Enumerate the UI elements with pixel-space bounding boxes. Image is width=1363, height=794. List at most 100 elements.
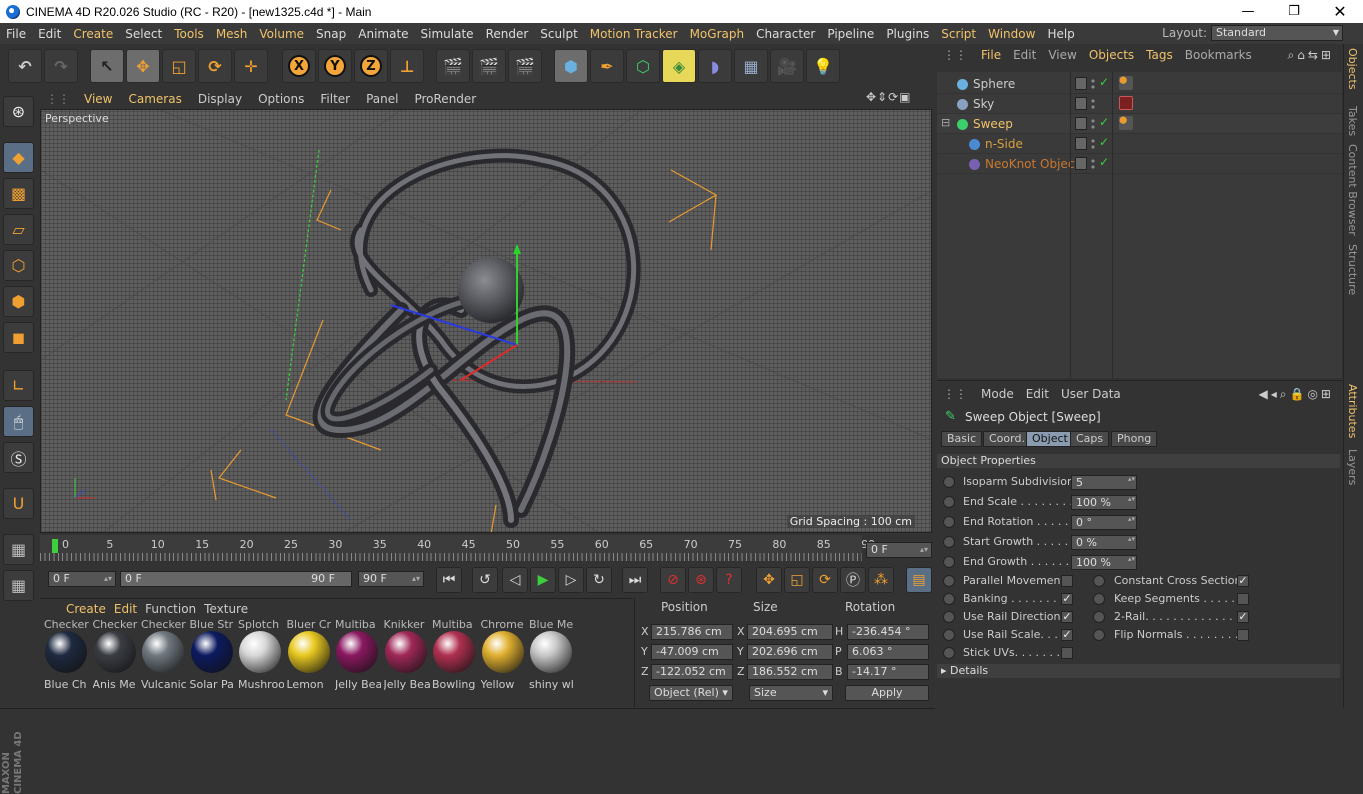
attribute-menu-edit[interactable]: Edit xyxy=(1020,387,1055,401)
attribute-tab-caps[interactable]: Caps xyxy=(1070,431,1110,447)
property-checkbox[interactable]: ✓ xyxy=(1237,611,1249,623)
menu-mograph[interactable]: MoGraph xyxy=(684,27,751,41)
editor-render-dots-icon[interactable] xyxy=(1091,158,1095,170)
position-field[interactable]: 215.786 cm xyxy=(651,624,733,640)
enabled-check-icon[interactable]: ✓ xyxy=(1099,115,1109,129)
menu-select[interactable]: Select xyxy=(119,27,168,41)
size-field[interactable]: 204.695 cm xyxy=(747,624,833,640)
rotate-tool-icon[interactable]: ⟳ xyxy=(198,49,232,83)
attribute-menu-user-data[interactable]: User Data xyxy=(1055,387,1127,401)
texture-tag-icon[interactable] xyxy=(1119,116,1133,130)
material-swatch[interactable]: Bluer Cr Lemon xyxy=(285,618,333,691)
object-menu-file[interactable]: File xyxy=(975,48,1007,62)
property-value-field[interactable]: 100 % xyxy=(1071,495,1137,510)
go-to-start-icon[interactable]: ⏮ xyxy=(436,567,462,593)
object-name[interactable]: Sphere xyxy=(973,77,1015,91)
sky-texture-tag-icon[interactable] xyxy=(1119,96,1133,110)
animate-radio-icon[interactable] xyxy=(943,647,955,659)
side-tab-content-browser[interactable]: Content Browser xyxy=(1346,144,1359,236)
render-picture-viewer-icon[interactable]: 🎬 xyxy=(472,49,506,83)
z-axis-lock-icon[interactable]: Z xyxy=(354,49,388,83)
start-frame-field[interactable]: 0 F ▴▾ xyxy=(48,571,116,587)
property-checkbox[interactable] xyxy=(1237,593,1249,605)
property-value-field[interactable]: 5 xyxy=(1071,475,1137,490)
animate-radio-icon[interactable] xyxy=(1093,629,1105,641)
play-forward-icon[interactable]: ▶ xyxy=(530,567,556,593)
rotation-field[interactable]: -14.17 ° xyxy=(847,664,929,680)
coordinate-system-icon[interactable]: ⊥ xyxy=(390,49,424,83)
menu-mesh[interactable]: Mesh xyxy=(210,27,254,41)
property-checkbox[interactable]: ✓ xyxy=(1237,575,1249,587)
property-checkbox[interactable] xyxy=(1061,575,1073,587)
next-frame-icon[interactable]: ▷ xyxy=(558,567,584,593)
viewport-menu-filter[interactable]: Filter xyxy=(312,92,358,106)
object-row-n-side[interactable]: n-Side ✓ xyxy=(937,134,1342,154)
object-row-sphere[interactable]: Sphere ✓ xyxy=(937,74,1342,94)
previous-frame-icon[interactable]: ◁ xyxy=(502,567,528,593)
animate-radio-icon[interactable] xyxy=(943,629,955,641)
object-menu-tags[interactable]: Tags xyxy=(1140,48,1179,62)
magnet-icon[interactable]: U xyxy=(3,488,34,519)
material-swatch[interactable]: Multiba Jelly Bea xyxy=(333,618,381,691)
solo-icon[interactable]: ▦ xyxy=(3,570,34,601)
object-row-sky[interactable]: Sky xyxy=(937,94,1342,114)
editor-render-dots-icon[interactable] xyxy=(1091,138,1095,150)
make-editable-icon[interactable]: ⊛ xyxy=(3,96,34,127)
move-tool-icon[interactable]: ✥ xyxy=(126,49,160,83)
recent-tool-icon[interactable]: ✛ xyxy=(234,49,268,83)
previous-key-icon[interactable]: ↺ xyxy=(472,567,498,593)
object-row-neoknot-object[interactable]: NeoKnot Object ✓ xyxy=(937,154,1342,174)
menu-file[interactable]: File xyxy=(0,27,32,41)
key-point-level-icon[interactable]: ⁂ xyxy=(868,567,894,593)
layer-visibility-icon[interactable] xyxy=(1075,137,1087,150)
menu-script[interactable]: Script xyxy=(935,27,982,41)
edges-mode-icon[interactable]: ⬢ xyxy=(3,286,34,317)
material-swatch[interactable]: Blue Me shiny wl xyxy=(527,618,575,691)
workplane-mode-icon[interactable]: ▱ xyxy=(3,214,34,245)
material-menu-edit[interactable]: Edit xyxy=(114,602,145,616)
menu-animate[interactable]: Animate xyxy=(352,27,414,41)
enabled-check-icon[interactable]: ✓ xyxy=(1099,75,1109,89)
material-swatch[interactable]: Checker Vulcanic xyxy=(139,618,187,691)
viewport-menu-prorender[interactable]: ProRender xyxy=(406,92,484,106)
animate-radio-icon[interactable] xyxy=(1093,611,1105,623)
workplane-lock-icon[interactable]: ▦ xyxy=(3,534,34,565)
animate-radio-icon[interactable] xyxy=(943,496,955,508)
property-checkbox[interactable]: ✓ xyxy=(1061,611,1073,623)
axis-mode-icon[interactable]: ∟ xyxy=(3,370,34,401)
timeline-playhead[interactable] xyxy=(52,539,58,553)
floor-environment-icon[interactable]: ▦ xyxy=(734,49,768,83)
side-tab-layers[interactable]: Layers xyxy=(1346,449,1359,485)
scale-tool-icon[interactable]: ◱ xyxy=(162,49,196,83)
object-menu-bookmarks[interactable]: Bookmarks xyxy=(1179,48,1258,62)
model-mode-icon[interactable]: ◆ xyxy=(3,142,34,173)
property-checkbox[interactable] xyxy=(1061,647,1073,659)
size-mode-dropdown[interactable]: Size ▾ xyxy=(749,685,833,701)
array-generator-icon[interactable]: ◈ xyxy=(662,49,696,83)
attribute-tab-object[interactable]: Object xyxy=(1026,431,1074,447)
material-swatch[interactable]: Multiba Bowling xyxy=(430,618,478,691)
redo-icon[interactable]: ↷ xyxy=(44,49,78,83)
animate-radio-icon[interactable] xyxy=(1093,575,1105,587)
current-frame-field[interactable]: 0 F ▴▾ xyxy=(866,542,932,558)
polygons-mode-icon[interactable]: ◼ xyxy=(3,322,34,353)
layer-visibility-icon[interactable] xyxy=(1075,97,1087,110)
animate-radio-icon[interactable] xyxy=(1093,593,1105,605)
side-tab-objects[interactable]: Objects xyxy=(1346,48,1359,90)
object-name[interactable]: n-Side xyxy=(985,137,1023,151)
side-tab-structure[interactable]: Structure xyxy=(1346,244,1359,295)
layout-dropdown[interactable]: Standard xyxy=(1211,25,1343,41)
attribute-tab-coord[interactable]: Coord. xyxy=(983,431,1031,447)
property-checkbox[interactable] xyxy=(1237,629,1249,641)
animate-radio-icon[interactable] xyxy=(943,516,955,528)
go-to-end-icon[interactable]: ⏭ xyxy=(622,567,648,593)
viewport-menu-display[interactable]: Display xyxy=(190,92,250,106)
size-field[interactable]: 202.696 cm xyxy=(747,644,833,660)
animate-radio-icon[interactable] xyxy=(943,476,955,488)
pen-spline-icon[interactable]: ✒ xyxy=(590,49,624,83)
end-frame-field[interactable]: 90 F ▴▾ xyxy=(358,571,424,587)
material-menu-create[interactable]: Create xyxy=(66,602,114,616)
timeline-ruler[interactable]: 051015202530354045505560657075808590 xyxy=(40,535,875,561)
next-key-icon[interactable]: ↻ xyxy=(586,567,612,593)
layer-visibility-icon[interactable] xyxy=(1075,77,1087,90)
